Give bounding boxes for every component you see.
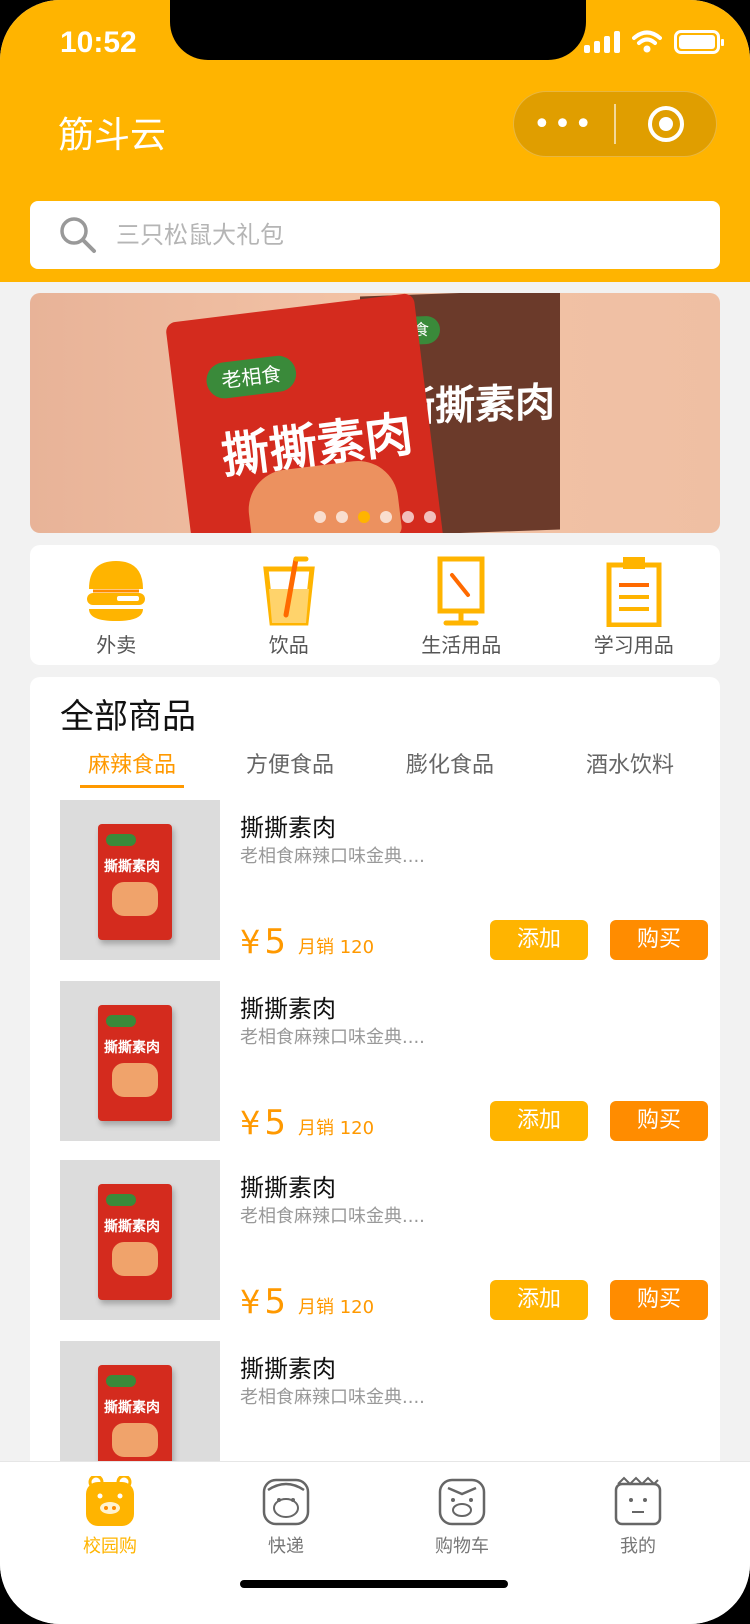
- bag-label: 撕撕素肉: [104, 859, 160, 875]
- notch: [170, 0, 586, 60]
- banner-dot[interactable]: [314, 511, 326, 523]
- promo-banner[interactable]: 老相食 撕撕素肉 老相食 撕撕素肉: [30, 293, 720, 533]
- battery-icon: [674, 30, 724, 54]
- price-value: 5: [264, 1103, 286, 1143]
- category-daily-goods[interactable]: 生活用品: [375, 545, 548, 665]
- price-value: 5: [264, 922, 286, 962]
- monkey-face-icon: [262, 1478, 310, 1526]
- goods-price: ¥ 5 月销 120: [240, 1103, 374, 1143]
- banner-dot[interactable]: [424, 511, 436, 523]
- category-drinks[interactable]: 饮品: [203, 545, 376, 665]
- category-study-supplies[interactable]: 学习用品: [548, 545, 721, 665]
- goods-thumbnail: 撕撕素肉: [60, 1160, 220, 1320]
- bag-label: 撕撕素肉: [104, 1219, 160, 1235]
- goods-name: 撕撕素肉: [240, 1174, 336, 1202]
- buy-button[interactable]: 购买: [610, 920, 708, 960]
- status-time: 10:52: [60, 26, 137, 59]
- goods-price: ¥ 5 月销 120: [240, 922, 374, 962]
- tab-spicy-food[interactable]: 麻辣食品: [80, 747, 185, 788]
- tab-mine[interactable]: 我的: [578, 1476, 698, 1558]
- search-input[interactable]: [116, 221, 676, 249]
- banner-dot[interactable]: [336, 511, 348, 523]
- mirror-icon: [437, 556, 485, 626]
- tab-campus-shop[interactable]: 校园购: [50, 1476, 170, 1558]
- category-label: 外卖: [96, 633, 137, 657]
- goods-description: 老相食麻辣口味金典....: [240, 1387, 425, 1408]
- goods-name: 撕撕素肉: [240, 995, 336, 1023]
- goods-name: 撕撕素肉: [240, 1355, 336, 1383]
- pigsy-face-icon: [438, 1478, 486, 1526]
- banner-dot-active[interactable]: [358, 511, 370, 523]
- home-indicator: [240, 1580, 508, 1588]
- category-label: 生活用品: [421, 633, 502, 657]
- goods-item[interactable]: 撕撕素肉 撕撕素肉 老相食麻辣口味金典.... ¥ 5 月销 120 添加 购买: [60, 981, 708, 1143]
- goods-price: ¥ 5 月销 120: [240, 1282, 374, 1322]
- target-icon: [648, 106, 684, 142]
- mini-program-capsule: •••: [513, 91, 717, 157]
- bag-label: 撕撕素肉: [104, 1400, 160, 1416]
- tab-cart[interactable]: 购物车: [402, 1476, 522, 1558]
- notebook-icon: [606, 557, 662, 627]
- monthly-sales: 月销 120: [298, 1118, 375, 1139]
- search-bar[interactable]: [30, 201, 720, 269]
- goods-description: 老相食麻辣口味金典....: [240, 1206, 425, 1227]
- all-goods-panel: 全部商品 麻辣食品 方便食品 膨化食品 酒水饮料 撕撕素肉 撕撕素肉 老相食麻辣…: [30, 677, 720, 1501]
- goods-item[interactable]: 撕撕素肉 撕撕素肉 老相食麻辣口味金典.... ¥ 5 月销 120 添加 购买: [60, 800, 708, 962]
- tab-express[interactable]: 快递: [226, 1476, 346, 1558]
- tab-label: 购物车: [435, 1536, 489, 1557]
- category-label: 饮品: [268, 633, 309, 657]
- close-target-button[interactable]: [616, 106, 716, 142]
- add-to-cart-button[interactable]: 添加: [490, 920, 588, 960]
- tab-instant-food[interactable]: 方便食品: [246, 747, 334, 785]
- buy-button[interactable]: 购买: [610, 1280, 708, 1320]
- banner-pack-brand: 老相食: [204, 353, 299, 401]
- goods-name: 撕撕素肉: [240, 814, 336, 842]
- tab-puffed-food[interactable]: 膨化食品: [406, 747, 494, 785]
- goods-item[interactable]: 撕撕素肉 撕撕素肉 老相食麻辣口味金典.... ¥ 5 月销 120 添加 购买: [60, 1160, 708, 1322]
- bag-label: 撕撕素肉: [104, 1040, 160, 1056]
- currency-symbol: ¥: [240, 1283, 261, 1321]
- monk-face-icon: [614, 1476, 662, 1526]
- currency-symbol: ¥: [240, 1104, 261, 1142]
- currency-symbol: ¥: [240, 923, 261, 961]
- category-label: 学习用品: [593, 633, 674, 657]
- banner-dot[interactable]: [380, 511, 392, 523]
- bottom-tab-bar: 校园购 快递 购物车 我的: [0, 1461, 750, 1624]
- add-to-cart-button[interactable]: 添加: [490, 1280, 588, 1320]
- burger-icon: [87, 561, 146, 621]
- banner-indicator: [30, 511, 720, 523]
- more-button[interactable]: •••: [514, 107, 614, 142]
- app-title: 筋斗云: [58, 115, 167, 156]
- monthly-sales: 月销 120: [298, 937, 375, 958]
- buy-button[interactable]: 购买: [610, 1101, 708, 1141]
- drink-icon: [262, 556, 315, 626]
- phone-screen: 10:52 筋斗云 ••• 老相食 撕撕素肉: [0, 0, 750, 1624]
- goods-tabs: 麻辣食品 方便食品 膨化食品 酒水饮料: [30, 747, 720, 797]
- banner-dot[interactable]: [402, 511, 414, 523]
- status-icons: [584, 30, 724, 54]
- banner-pack-front: 老相食 撕撕素肉: [165, 293, 445, 533]
- goods-thumbnail: 撕撕素肉: [60, 800, 220, 960]
- goods-description: 老相食麻辣口味金典....: [240, 1027, 425, 1048]
- category-takeout[interactable]: 外卖: [30, 545, 203, 665]
- signal-icon: [584, 31, 620, 53]
- price-value: 5: [264, 1282, 286, 1322]
- monthly-sales: 月销 120: [298, 1297, 375, 1318]
- tab-label: 快递: [268, 1536, 304, 1557]
- search-icon: [60, 217, 96, 253]
- pig-face-icon: [86, 1476, 134, 1526]
- tab-label: 我的: [620, 1536, 656, 1557]
- category-grid: 外卖 饮品 生活用品 学习用品: [30, 545, 720, 665]
- tab-beverages[interactable]: 酒水饮料: [586, 747, 674, 785]
- goods-thumbnail: 撕撕素肉: [60, 981, 220, 1141]
- tab-label: 校园购: [83, 1536, 137, 1557]
- wifi-icon: [632, 30, 662, 53]
- section-title: 全部商品: [60, 697, 196, 737]
- goods-description: 老相食麻辣口味金典....: [240, 846, 425, 867]
- add-to-cart-button[interactable]: 添加: [490, 1101, 588, 1141]
